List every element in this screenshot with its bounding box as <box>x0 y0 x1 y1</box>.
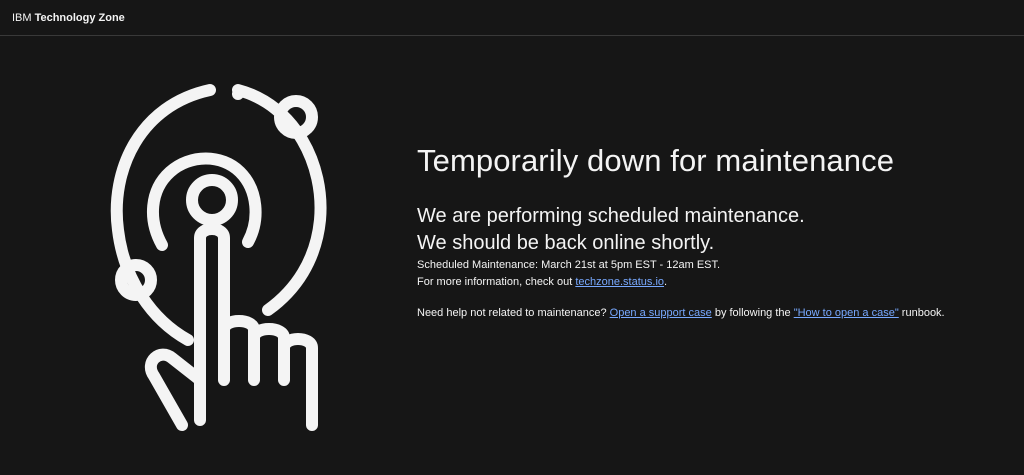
help-suffix: runbook. <box>898 307 945 319</box>
help-middle: by following the <box>711 307 794 319</box>
top-header: IBM Technology Zone <box>0 0 1024 36</box>
status-page-link[interactable]: techzone.status.io <box>575 276 664 288</box>
brand-name: Technology Zone <box>34 11 125 24</box>
touch-interaction-icon <box>100 80 360 435</box>
info-line: For more information, check out techzone… <box>417 274 1017 291</box>
help-prefix: Need help not related to maintenance? <box>417 307 610 319</box>
how-to-open-case-link[interactable]: "How to open a case" <box>794 307 899 319</box>
brand-prefix: IBM <box>12 11 32 24</box>
maintenance-content: Temporarily down for maintenance We are … <box>417 140 1017 322</box>
info-prefix: For more information, check out <box>417 276 576 288</box>
page-title: Temporarily down for maintenance <box>417 143 895 178</box>
maintenance-message-2: We should be back online shortly. <box>417 232 715 254</box>
schedule-text: Scheduled Maintenance: March 21st at 5pm… <box>417 259 721 271</box>
brand-home-link[interactable]: IBM Technology Zone <box>12 12 125 24</box>
info-suffix: . <box>664 276 668 288</box>
maintenance-message-1: We are performing scheduled maintenance. <box>417 205 805 227</box>
help-line: Need help not related to maintenance? Op… <box>417 305 1017 322</box>
open-support-case-link[interactable]: Open a support case <box>610 307 712 319</box>
